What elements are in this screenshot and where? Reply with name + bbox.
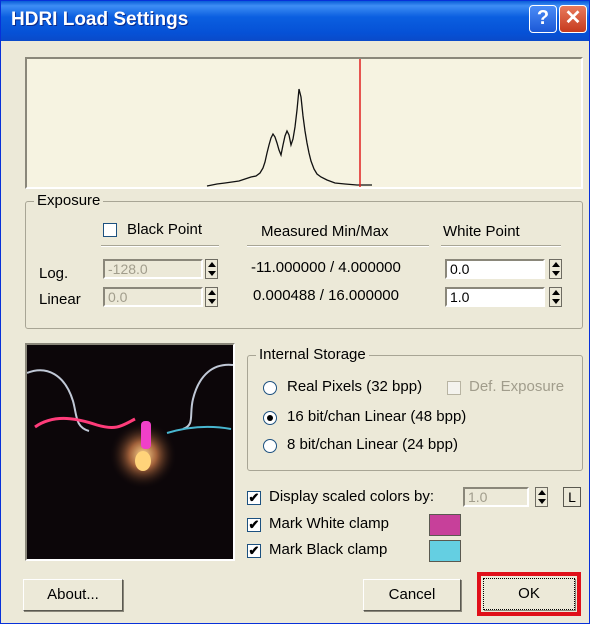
real-pixels-radio[interactable] — [263, 381, 277, 395]
def-exposure-checkbox[interactable] — [447, 381, 461, 395]
8bit-linear-radio[interactable] — [263, 439, 277, 453]
mark-black-clamp-label: Mark Black clamp — [269, 541, 388, 558]
mark-white-clamp-checkbox[interactable]: ✔ — [247, 518, 261, 532]
linear-label: Linear — [39, 291, 81, 308]
black-point-checkbox[interactable] — [103, 223, 117, 237]
divider-black-point — [101, 245, 219, 247]
histogram — [25, 57, 583, 189]
measured-linear-value: 0.000488 / 16.000000 — [253, 287, 399, 304]
black-point-label: Black Point — [127, 221, 203, 238]
8bit-linear-label: 8 bit/chan Linear (24 bpp) — [287, 436, 458, 453]
white-point-linear-spinner[interactable] — [549, 287, 562, 307]
16bit-linear-label: 16 bit/chan Linear (48 bpp) — [287, 408, 467, 425]
white-clamp-color-swatch[interactable] — [429, 514, 461, 536]
display-scaled-checkbox[interactable]: ✔ — [247, 491, 261, 505]
title-bar[interactable]: HDRI Load Settings ? ✕ — [1, 1, 589, 41]
mark-black-clamp-checkbox[interactable]: ✔ — [247, 544, 261, 558]
divider-measured — [247, 245, 429, 247]
help-button[interactable]: ? — [529, 5, 557, 33]
cancel-button[interactable]: Cancel — [363, 579, 461, 611]
log-label: Log. — [39, 265, 69, 282]
black-point-linear-field[interactable]: 0.0 — [103, 287, 203, 307]
black-point-log-field[interactable]: -128.0 — [103, 259, 203, 279]
histogram-curve — [206, 88, 372, 187]
black-point-linear-spinner[interactable] — [205, 287, 218, 307]
ok-highlight-box — [477, 572, 581, 616]
black-point-log-spinner[interactable] — [205, 259, 218, 279]
white-point-linear-field[interactable]: 1.0 — [445, 287, 545, 307]
16bit-linear-radio[interactable] — [263, 411, 277, 425]
exposure-group-label: Exposure — [34, 192, 104, 209]
about-button[interactable]: About... — [23, 579, 123, 611]
window-title: HDRI Load Settings — [11, 9, 189, 30]
real-pixels-label: Real Pixels (32 bpp) — [287, 378, 423, 395]
l-button[interactable]: L — [563, 487, 581, 507]
lamp-base-glow — [135, 451, 151, 471]
scale-value-field[interactable]: 1.0 — [463, 487, 529, 507]
white-point-log-field[interactable]: 0.0 — [445, 259, 545, 279]
hdri-preview-image — [25, 343, 235, 561]
white-point-label: White Point — [443, 223, 520, 240]
internal-storage-label: Internal Storage — [256, 346, 369, 363]
measured-min-max-label: Measured Min/Max — [261, 223, 389, 240]
close-button[interactable]: ✕ — [559, 5, 587, 33]
black-clamp-color-swatch[interactable] — [429, 540, 461, 562]
divider-white-point — [441, 245, 561, 247]
display-scaled-label: Display scaled colors by: — [269, 488, 435, 505]
def-exposure-label: Def. Exposure — [469, 378, 565, 395]
magenta-lamp — [141, 421, 151, 449]
preview-scene — [27, 345, 233, 559]
measured-log-value: -11.000000 / 4.000000 — [251, 259, 401, 276]
white-point-log-spinner[interactable] — [549, 259, 562, 279]
histogram-plot — [206, 59, 372, 187]
scale-value-spinner[interactable] — [535, 487, 548, 507]
hdri-load-settings-dialog: HDRI Load Settings ? ✕ Exposure Black Po… — [0, 0, 590, 624]
mark-white-clamp-label: Mark White clamp — [269, 515, 390, 532]
